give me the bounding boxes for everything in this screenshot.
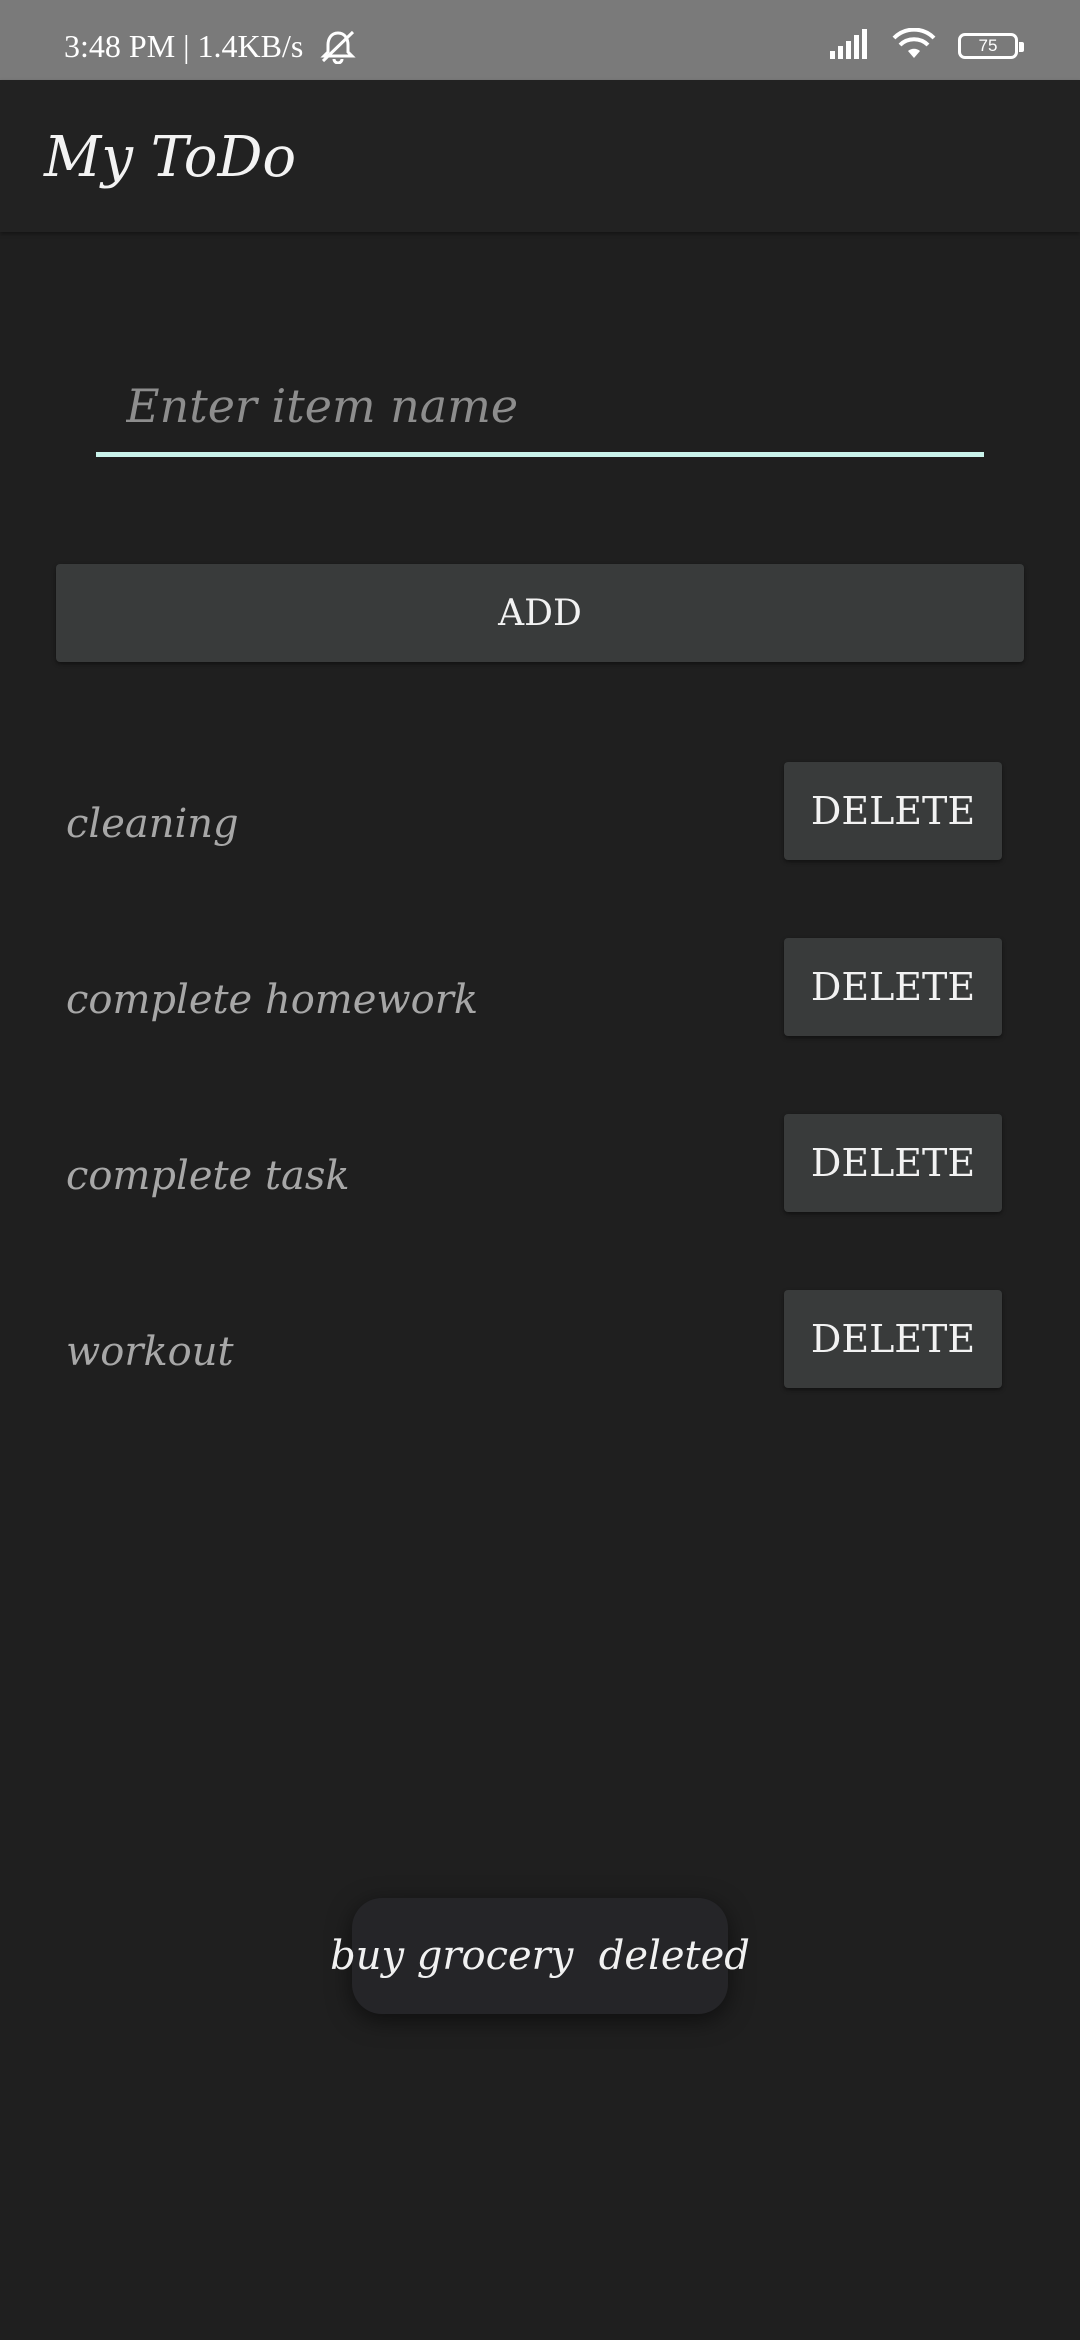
delete-button[interactable]: DELETE <box>784 762 1002 860</box>
delete-button[interactable]: DELETE <box>784 1114 1002 1212</box>
todo-list: cleaning DELETE complete homework DELETE… <box>0 760 1080 1464</box>
todo-item: cleaning DELETE <box>0 760 1080 936</box>
status-icons: 75 <box>830 26 1024 66</box>
todo-item-label: complete task <box>66 1153 350 1199</box>
input-underline <box>96 452 984 457</box>
wifi-icon <box>892 27 936 64</box>
todo-item-label: complete homework <box>66 977 479 1023</box>
add-button[interactable]: ADD <box>56 564 1024 662</box>
status-time: 3:48 PM | 1.4KB/s <box>64 28 304 64</box>
toast-message: buy grocery deleted <box>330 1898 750 2014</box>
todo-item-label: cleaning <box>66 801 239 847</box>
battery-icon: 75 <box>958 33 1024 59</box>
signal-icon <box>830 29 870 63</box>
todo-item-label: workout <box>66 1329 234 1375</box>
item-name-input[interactable] <box>96 360 984 452</box>
app-bar: My ToDo <box>0 80 1080 232</box>
todo-item: workout DELETE <box>0 1288 1080 1464</box>
battery-level: 75 <box>978 36 998 55</box>
todo-item: complete task DELETE <box>0 1112 1080 1288</box>
status-bar: 3:48 PM | 1.4KB/s 75 <box>0 0 1080 80</box>
todo-item: complete homework DELETE <box>0 936 1080 1112</box>
delete-button[interactable]: DELETE <box>784 938 1002 1036</box>
page-title: My ToDo <box>44 125 297 190</box>
muted-bell-icon <box>320 30 356 68</box>
add-button-label: ADD <box>498 592 582 634</box>
item-name-field[interactable] <box>96 360 984 460</box>
delete-button[interactable]: DELETE <box>784 1290 1002 1388</box>
